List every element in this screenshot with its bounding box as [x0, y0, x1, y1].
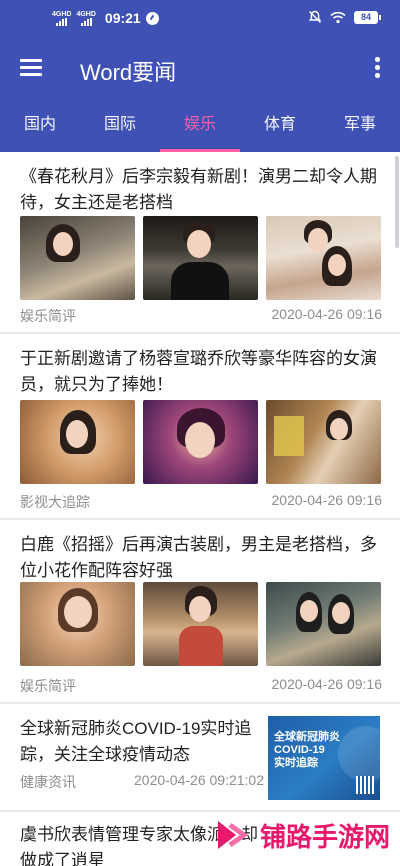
- news-time: 2020-04-26 09:16: [271, 676, 382, 692]
- news-thumbnails: [20, 582, 381, 666]
- news-time: 2020-04-26 09:16: [271, 492, 382, 508]
- tab-international[interactable]: 国际: [80, 98, 160, 152]
- news-time: 2020-04-26 09:16: [271, 306, 382, 322]
- news-card[interactable]: 白鹿《招摇》后再演古装剧，男主是老搭档，多位小花作配阵容好强 娱乐简评 2020…: [0, 520, 400, 704]
- news-image: [143, 400, 258, 484]
- news-meta: 健康资讯 2020-04-26 09:21:02: [20, 772, 264, 792]
- status-bar: 4GHD 4GHD 09:21 84: [0, 0, 400, 38]
- signal-1: 4GHD: [52, 11, 71, 26]
- news-source: 健康资讯: [20, 774, 76, 790]
- news-title: 全球新冠肺炎COVID-19实时追踪，关注全球疫情动态: [20, 719, 252, 764]
- wifi-icon: [330, 11, 346, 23]
- signal-bars-icon: [80, 17, 92, 26]
- news-title: 《春花秋月》后李宗毅有新剧！演男二却令人期待，女主还是老搭档: [20, 167, 377, 212]
- news-image: [20, 216, 135, 300]
- battery-icon: 84: [354, 10, 381, 24]
- signal-bars-icon: [56, 17, 68, 26]
- news-meta: 影视大追踪 2020-04-26 09:16: [20, 492, 382, 512]
- news-image: [143, 582, 258, 666]
- mute-bell-icon: [308, 10, 322, 23]
- qr-code-icon: [356, 776, 374, 794]
- news-meta: 娱乐简评 2020-04-26 09:16: [20, 676, 382, 696]
- scrollbar[interactable]: [395, 156, 399, 248]
- app-title: Word要闻: [80, 60, 177, 85]
- news-card[interactable]: 全球新冠肺炎COVID-19实时追踪，关注全球疫情动态 健康资讯 2020-04…: [0, 704, 400, 812]
- tab-entertainment[interactable]: 娱乐: [160, 98, 240, 152]
- news-thumbnails: [20, 216, 381, 300]
- watermark: 铺路手游网: [214, 815, 390, 855]
- news-image: [143, 216, 258, 300]
- news-time: 2020-04-26 09:21:02: [134, 772, 264, 788]
- news-thumbnails: [20, 400, 381, 484]
- app-notification-icon: [145, 11, 159, 25]
- news-source: 娱乐简评: [20, 308, 76, 324]
- signal-2: 4GHD: [76, 10, 96, 26]
- network-type-label: 4GHD: [76, 10, 96, 18]
- menu-icon[interactable]: [20, 58, 42, 76]
- app-bar: Word要闻: [0, 38, 400, 98]
- watermark-logo-icon: [214, 815, 254, 855]
- news-image: 全球新冠肺炎 COVID-19 实时追踪: [268, 716, 380, 800]
- news-meta: 娱乐简评 2020-04-26 09:16: [20, 306, 382, 326]
- news-image: [266, 400, 381, 484]
- news-image: [266, 216, 381, 300]
- news-source: 娱乐简评: [20, 678, 76, 694]
- news-feed[interactable]: 《春花秋月》后李宗毅有新剧！演男二却令人期待，女主还是老搭档 娱乐简评 2020…: [0, 152, 400, 866]
- news-card[interactable]: 于正新剧邀请了杨蓉宣璐乔欣等豪华阵容的女演员，就只为了捧她！ 影视大追踪 202…: [0, 334, 400, 520]
- status-time: 09:21: [104, 10, 141, 26]
- watermark-text: 铺路手游网: [260, 821, 391, 852]
- news-image: [20, 400, 135, 484]
- more-options-icon[interactable]: [372, 56, 382, 80]
- news-card[interactable]: 《春花秋月》后李宗毅有新剧！演男二却令人期待，女主还是老搭档 娱乐简评 2020…: [0, 152, 400, 334]
- news-title: 白鹿《招摇》后再演古装剧，男主是老搭档，多位小花作配阵容好强: [20, 535, 377, 580]
- network-type-label: 4GHD: [52, 10, 72, 18]
- news-image: [266, 582, 381, 666]
- tab-sports[interactable]: 体育: [240, 98, 320, 152]
- tab-military[interactable]: 军事: [320, 98, 400, 152]
- news-title: 于正新剧邀请了杨蓉宣璐乔欣等豪华阵容的女演员，就只为了捧她！: [20, 349, 377, 394]
- tab-domestic[interactable]: 国内: [0, 98, 80, 152]
- category-tabs: 国内 国际 娱乐 体育 军事: [0, 98, 400, 152]
- globe-icon: [338, 726, 380, 782]
- news-image: [20, 582, 135, 666]
- news-source: 影视大追踪: [20, 494, 90, 510]
